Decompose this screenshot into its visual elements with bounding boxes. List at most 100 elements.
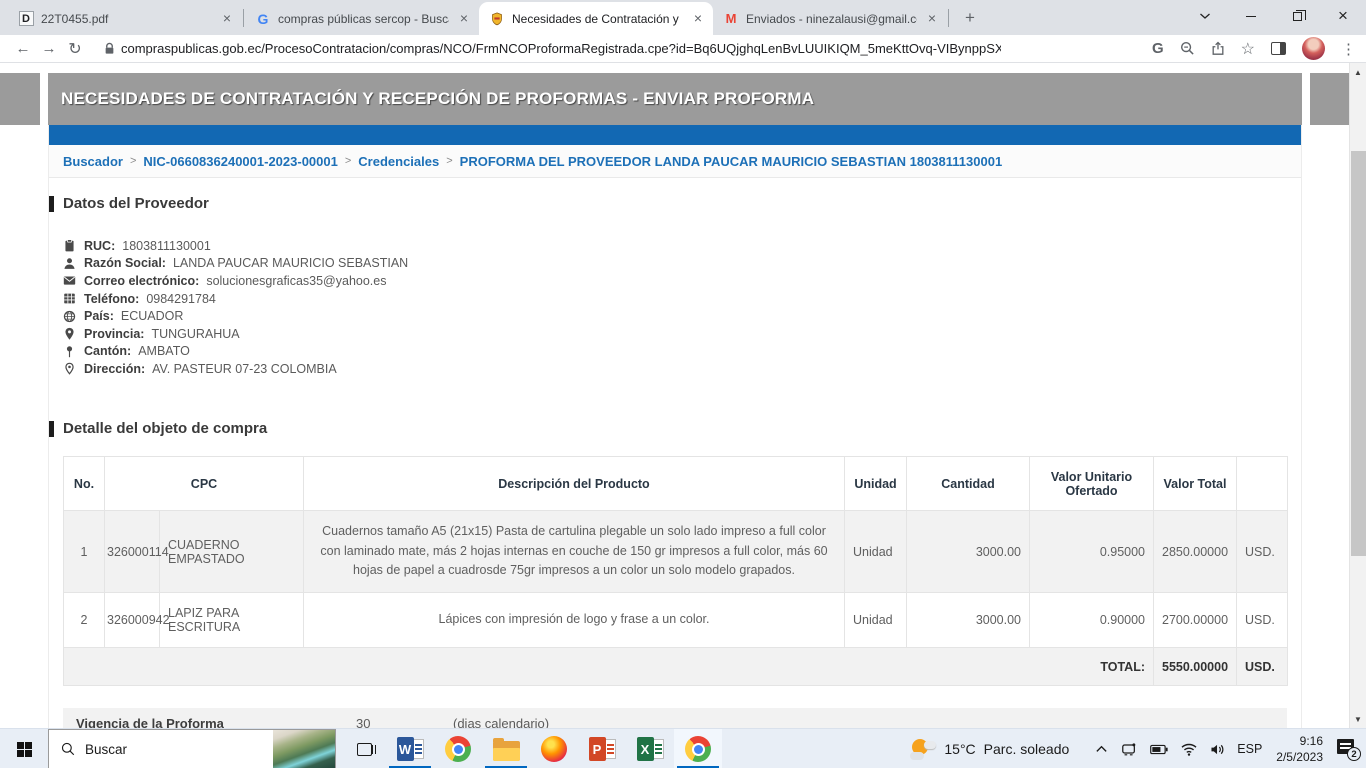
breadcrumb-separator: > xyxy=(130,155,136,167)
tab-search-chevron-icon[interactable] xyxy=(1182,0,1228,32)
google-g-icon[interactable]: G xyxy=(1152,40,1164,57)
breadcrumb-buscador-link[interactable]: Buscador xyxy=(63,154,123,169)
tab-close-icon[interactable]: × xyxy=(456,11,472,27)
tab-separator xyxy=(243,9,244,27)
tab-title: compras públicas sercop - Busca xyxy=(278,12,449,26)
close-button[interactable]: × xyxy=(1320,0,1366,32)
taskbar-powerpoint-button[interactable]: P xyxy=(578,729,626,768)
excel-icon: X xyxy=(637,737,664,761)
breadcrumb-nic-link[interactable]: NIC-0660836240001-2023-00001 xyxy=(143,154,337,169)
breadcrumb-separator: > xyxy=(446,155,452,167)
section-marker xyxy=(49,421,54,437)
url-address[interactable]: compraspublicas.gob.ec/ProcesoContrataci… xyxy=(121,41,1001,56)
firefox-icon xyxy=(541,736,567,762)
window-controls: × xyxy=(1182,0,1366,32)
accent-blue-bar xyxy=(49,125,1301,145)
keypad-icon xyxy=(63,292,77,305)
total-label: TOTAL: xyxy=(64,648,1154,686)
language-indicator[interactable]: ESP xyxy=(1237,742,1262,756)
notification-count-badge: 2 xyxy=(1347,747,1361,761)
new-tab-button[interactable]: + xyxy=(956,4,984,32)
cell-cpc-name: CUADERNO EMPASTADO xyxy=(160,511,304,593)
search-highlight-image[interactable] xyxy=(273,730,335,768)
bookmark-star-icon[interactable]: ☆ xyxy=(1241,39,1255,59)
provider-section-title: Datos del Proveedor xyxy=(49,195,209,212)
browser-window: D 22T0455.pdf × G compras públicas serco… xyxy=(0,0,1366,768)
col-no: No. xyxy=(64,457,105,511)
back-button[interactable]: ← xyxy=(10,40,36,57)
field-pais: País: ECUADOR xyxy=(63,307,408,325)
partly-sunny-icon xyxy=(910,738,936,760)
cell-cpc-name: LAPIZ PARA ESCRITURA xyxy=(160,593,304,648)
taskbar-excel-button[interactable]: X xyxy=(626,729,674,768)
field-telefono: Teléfono: 0984291784 xyxy=(63,290,408,308)
tab-google-search[interactable]: G compras públicas sercop - Busca × xyxy=(245,2,479,35)
field-direccion: Dirección: AV. PASTEUR 07-23 COLOMBIA xyxy=(63,360,408,378)
task-view-icon xyxy=(357,743,372,756)
task-view-button[interactable] xyxy=(342,729,386,768)
vertical-scrollbar[interactable]: ▲ ▼ xyxy=(1349,63,1366,728)
powerpoint-icon: P xyxy=(589,737,616,761)
lock-icon[interactable] xyxy=(104,42,115,55)
minimize-button[interactable] xyxy=(1228,0,1274,32)
table-total-row: TOTAL: 5550.00000 USD. xyxy=(64,648,1288,686)
scrollbar-thumb[interactable] xyxy=(1351,151,1366,556)
zoom-icon[interactable] xyxy=(1180,41,1195,56)
cell-cpc-code: 326000114 xyxy=(105,511,160,593)
taskbar-firefox-button[interactable] xyxy=(530,729,578,768)
tab-pdf[interactable]: D 22T0455.pdf × xyxy=(8,2,242,35)
scroll-up-icon[interactable]: ▲ xyxy=(1350,64,1366,80)
clipboard-icon xyxy=(63,239,77,252)
start-button[interactable] xyxy=(0,729,48,768)
col-unidad: Unidad xyxy=(845,457,907,511)
taskbar-chrome-active-button[interactable] xyxy=(674,729,722,768)
cell-cantidad: 3000.00 xyxy=(907,593,1030,648)
cell-valor-unitario: 0.90000 xyxy=(1030,593,1154,648)
vigencia-value: 30 xyxy=(356,716,370,728)
minimize-icon xyxy=(1246,16,1256,17)
col-valor-unitario: Valor Unitario Ofertado xyxy=(1030,457,1154,511)
chrome-icon xyxy=(685,736,711,762)
notification-center-button[interactable]: 2 xyxy=(1337,737,1361,761)
tab-title: Enviados - ninezalausi@gmail.co xyxy=(746,12,917,26)
google-icon: G xyxy=(255,11,271,27)
side-panel-icon[interactable] xyxy=(1271,42,1286,55)
web-page: NECESIDADES DE CONTRATACIÓN Y RECEPCIÓN … xyxy=(0,63,1349,728)
volume-icon[interactable] xyxy=(1210,743,1225,756)
taskbar-explorer-button[interactable] xyxy=(482,729,530,768)
reload-button[interactable]: ↻ xyxy=(62,39,88,59)
browser-menu-icon[interactable]: ⋮ xyxy=(1341,40,1356,58)
restore-button[interactable] xyxy=(1274,0,1320,32)
chrome-icon xyxy=(445,736,471,762)
profile-avatar[interactable] xyxy=(1302,37,1325,60)
battery-icon[interactable] xyxy=(1150,744,1168,755)
windows-logo-icon xyxy=(17,742,32,757)
breadcrumb-credenciales-link[interactable]: Credenciales xyxy=(358,154,439,169)
table-row: 2 326000942 LAPIZ PARA ESCRITURA Lápices… xyxy=(64,593,1288,648)
field-provincia: Provincia: TUNGURAHUA xyxy=(63,325,408,343)
tab-necesidades-active[interactable]: Necesidades de Contratación y R × xyxy=(479,2,713,35)
header-band-right xyxy=(1310,73,1349,125)
weather-widget[interactable]: 15°C Parc. soleado xyxy=(910,738,1069,760)
restore-icon xyxy=(1293,12,1302,21)
vigencia-label: Vigencia de la Proforma xyxy=(76,716,224,728)
tab-gmail[interactable]: M Enviados - ninezalausi@gmail.co × xyxy=(713,2,947,35)
taskbar-word-button[interactable]: W xyxy=(386,729,434,768)
taskbar-chrome-button[interactable] xyxy=(434,729,482,768)
tab-close-icon[interactable]: × xyxy=(219,11,235,27)
scroll-down-icon[interactable]: ▼ xyxy=(1350,711,1366,727)
word-icon: W xyxy=(397,737,424,761)
wifi-icon[interactable] xyxy=(1181,743,1197,756)
col-moneda xyxy=(1237,457,1288,511)
col-descripcion: Descripción del Producto xyxy=(304,457,845,511)
tab-close-icon[interactable]: × xyxy=(924,11,940,27)
forward-button[interactable]: → xyxy=(36,40,62,57)
meet-now-icon[interactable] xyxy=(1121,742,1137,756)
tab-close-icon[interactable]: × xyxy=(690,11,706,27)
taskbar-search-input[interactable]: Buscar xyxy=(48,729,336,768)
hidden-icons-chevron-icon[interactable] xyxy=(1095,744,1108,754)
share-icon[interactable] xyxy=(1211,41,1225,56)
clock[interactable]: 9:16 2/5/2023 xyxy=(1276,733,1323,765)
provider-fields: RUC: 1803811130001 Razón Social: LANDA P… xyxy=(63,237,408,378)
browser-toolbar: ← → ↻ compraspublicas.gob.ec/ProcesoCont… xyxy=(0,35,1366,63)
